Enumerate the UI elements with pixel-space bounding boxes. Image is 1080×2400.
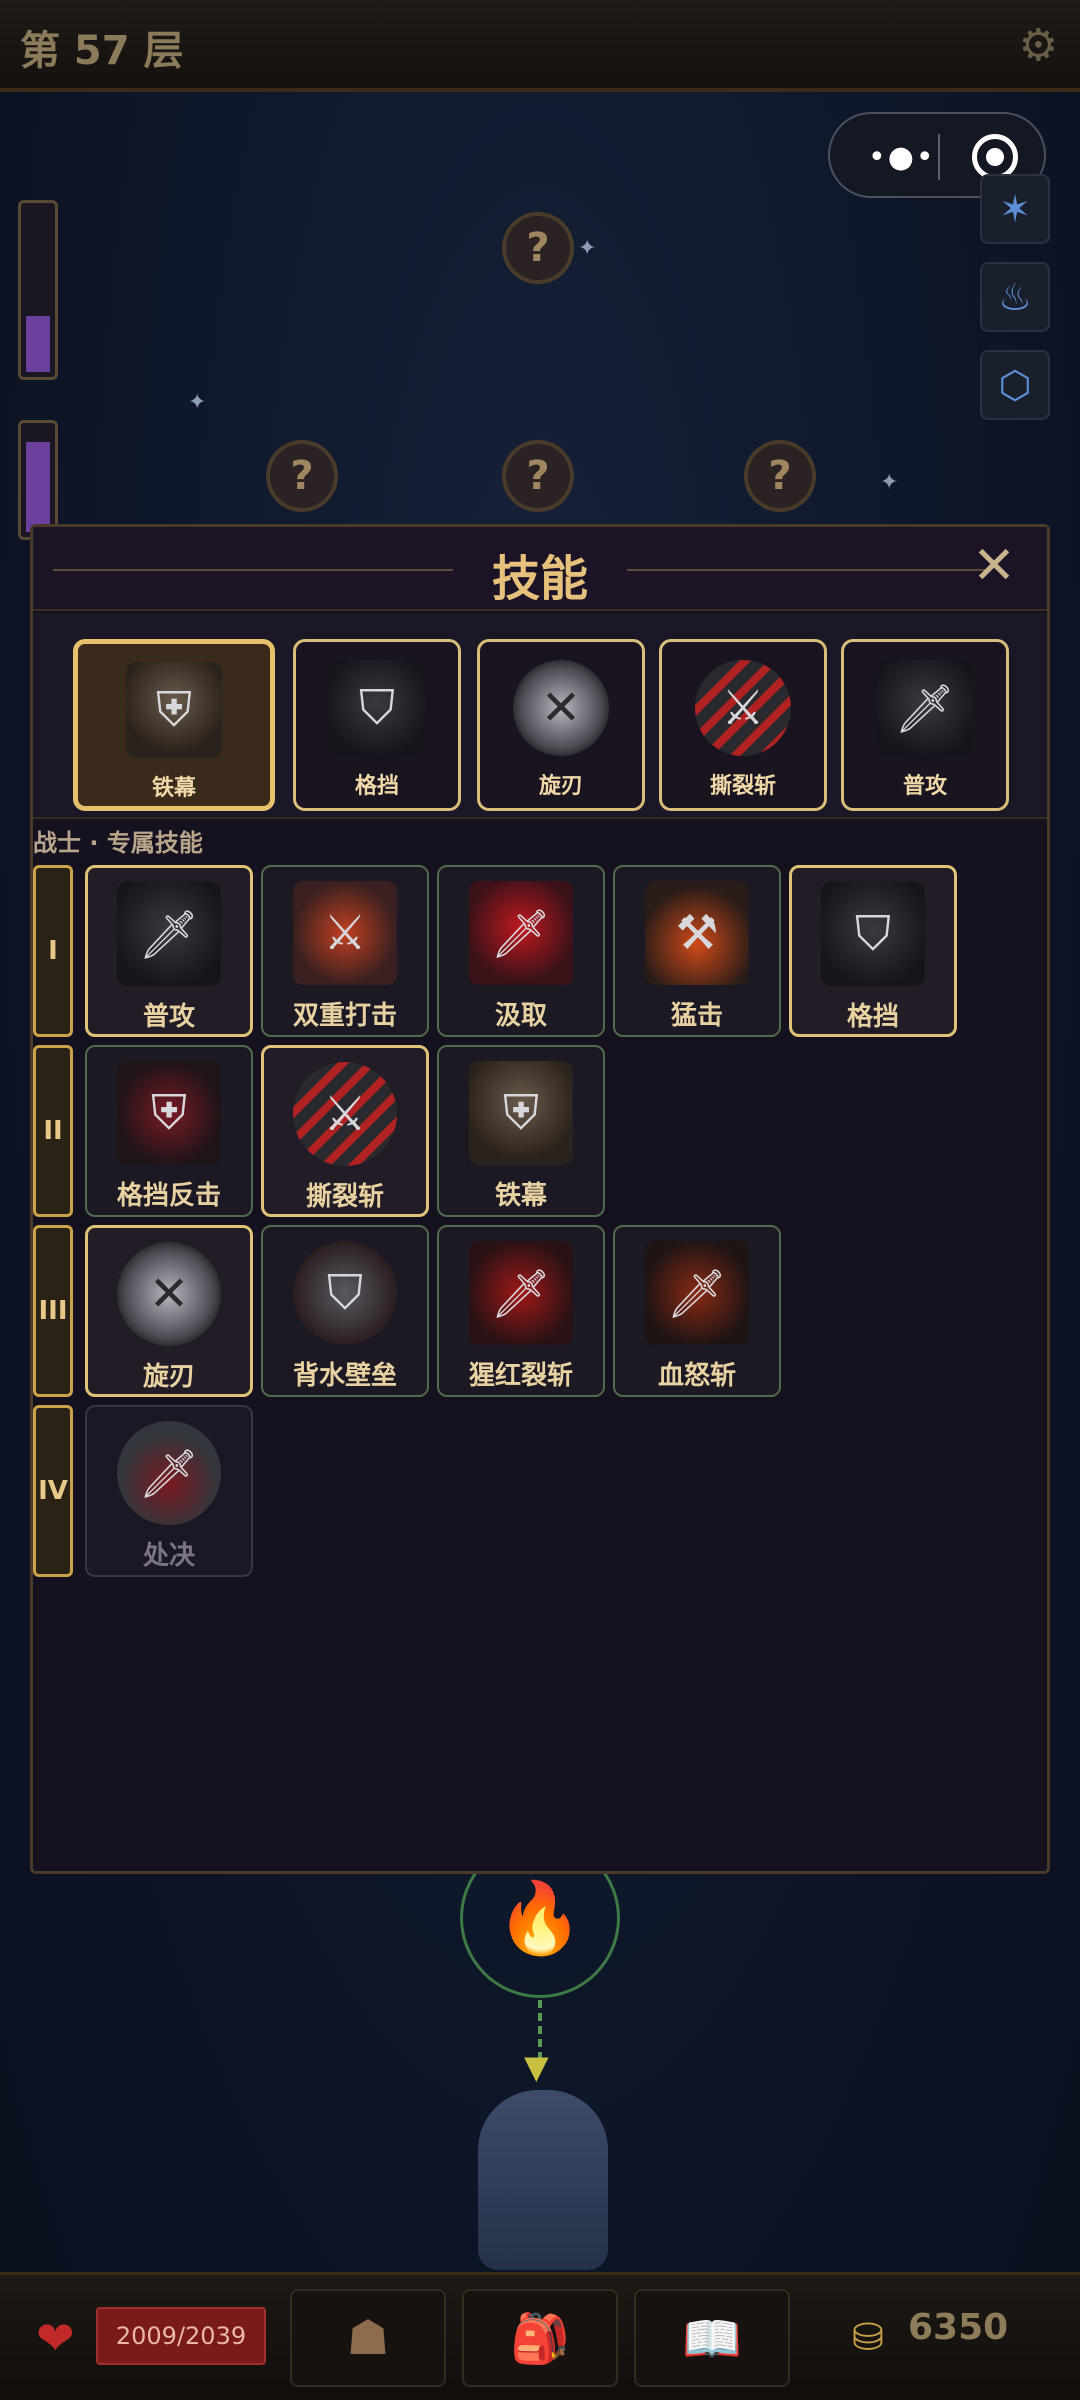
block-icon: ⛉ [329,660,425,756]
capsule-divider [938,134,940,180]
equipped-slot-4[interactable]: ⚔ 撕裂斩 [659,639,827,811]
skill-card[interactable]: ⚔ 双重打击 [261,865,429,1037]
equipped-slot-2[interactable]: ⛉ 格挡 [293,639,461,811]
equipped-slot-label: 旋刃 [538,774,583,799]
rending-slash-icon: ⚔ [293,1062,397,1166]
equipped-slot-5[interactable]: 🗡 普攻 [841,639,1009,811]
basic-attack-icon: 🗡 [877,660,973,756]
panel-title: 技能 [491,551,588,607]
last-stand-bastion-icon: ⛉ [293,1241,397,1345]
spin-blade-icon: ✕ [117,1242,221,1346]
skill-label: 背水壁垒 [292,1361,397,1391]
hooded-figure-icon: ☗ [346,2310,390,2366]
skill-label: 血怒斩 [657,1361,736,1391]
more-options-icon[interactable]: •●• [868,140,936,175]
coin-count: 6350 [908,2307,1009,2348]
hp-display: 2009/2039 [96,2307,266,2365]
dual-strike-icon: ⚔ [293,881,397,985]
bottom-bar: ❤ 2009/2039 ☗ 🎒 📖 ⛁ 6350 [0,2272,1080,2400]
map-node-unknown[interactable]: ? [744,440,816,512]
skill-label: 双重打击 [292,1001,397,1031]
backpack-icon: 🎒 [510,2310,570,2367]
skill-label: 普攻 [142,1002,195,1032]
drain-icon: 🗡 [469,881,573,985]
iron-curtain-icon: ⛨ [469,1061,573,1165]
tier-tab-2: II [33,1045,73,1217]
smash-hammer-icon: ⚒ [645,881,749,985]
close-icon: ✕ [972,536,1016,596]
skill-label: 格挡反击 [116,1181,221,1211]
star-icon: ✦ [880,470,899,495]
equipped-skills-bar: ⛨ 铁幕 ⛉ 格挡 ✕ 旋刃 ⚔ 撕裂斩 🗡 普攻 [33,613,1047,819]
spin-blade-icon: ✕ [513,660,609,756]
equipped-slot-label: 铁幕 [151,776,196,801]
codex-button[interactable]: 📖 [634,2289,790,2387]
panel-header: 技能 ✕ [33,527,1047,611]
block-icon: ⛉ [821,882,925,986]
crimson-rend-icon: 🗡 [469,1241,573,1345]
side-gauge-bottom [18,420,58,540]
execute-sword-icon: 🗡 [117,1421,221,1525]
skill-card[interactable]: 🗡 普攻 [85,865,253,1037]
skill-card[interactable]: ✕ 旋刃 [85,1225,253,1397]
equipped-slot-3[interactable]: ✕ 旋刃 [477,639,645,811]
side-gauge-fill [26,442,50,532]
section-label: 战士 · 专属技能 [33,829,203,857]
side-gauge-fill [26,316,50,372]
block-counter-icon: ⛨ [117,1061,221,1165]
skill-card[interactable]: ⛨ 格挡反击 [85,1045,253,1217]
top-bar: 第 57 层 ⚙ [0,0,1080,92]
skill-label: 铁幕 [494,1181,547,1211]
star-icon: ✦ [188,390,207,415]
skill-label: 格挡 [846,1002,899,1032]
skill-card[interactable]: ⛉ 背水壁垒 [261,1225,429,1397]
skill-card[interactable]: ⛨ 铁幕 [437,1045,605,1217]
skills-panel: 技能 ✕ ⛨ 铁幕 ⛉ 格挡 ✕ 旋刃 ⚔ 撕裂斩 🗡 普攻 战士 · 专属技能… [30,524,1050,1874]
tier-tab-3: III [33,1225,73,1397]
skill-label: 汲取 [494,1001,547,1031]
skill-card[interactable]: ⚒ 猛击 [613,865,781,1037]
character-button[interactable]: ☗ [290,2289,446,2387]
skill-card[interactable]: ⚔ 撕裂斩 [261,1045,429,1217]
skill-label: 猛击 [670,1001,723,1031]
skill-label: 处决 [142,1541,195,1571]
tier-tab-1: I [33,865,73,1037]
path-arrow-icon: ▼ [524,2048,549,2086]
equipped-slot-label: 撕裂斩 [709,774,776,799]
skill-card[interactable]: 🗡 汲取 [437,865,605,1037]
blue-flame-icon[interactable]: ♨ [980,262,1050,332]
equipped-slot-label: 格挡 [354,774,399,799]
skill-card[interactable]: 🗡 血怒斩 [613,1225,781,1397]
campfire-icon: 🔥 [496,1876,584,1959]
backpack-button[interactable]: 🎒 [462,2289,618,2387]
floor-label: 第 57 层 [20,28,184,74]
side-gauge-top [18,200,58,380]
hero-character [478,2090,608,2270]
tier-tab-4: IV [33,1405,73,1577]
map-node-unknown[interactable]: ? [502,440,574,512]
rending-slash-icon: ⚔ [695,660,791,756]
settings-gear-icon[interactable]: ⚙ [1019,20,1058,71]
skill-label: 旋刃 [142,1362,195,1392]
dice-icon[interactable]: ⬡ [980,350,1050,420]
coins-icon: ⛁ [852,2315,884,2359]
skill-card[interactable]: ⛉ 格挡 [789,865,957,1037]
heart-icon: ❤ [36,2311,75,2365]
skill-card[interactable]: 🗡 猩红裂斩 [437,1225,605,1397]
map-node-unknown[interactable]: ? [502,212,574,284]
basic-attack-icon: 🗡 [117,882,221,986]
skill-card[interactable]: 🗡 处决 [85,1405,253,1577]
equipped-slot-label: 普攻 [902,774,947,799]
skill-label: 猩红裂斩 [468,1361,573,1391]
relic-claw-icon[interactable]: ✶ [980,174,1050,244]
iron-curtain-icon: ⛨ [126,662,222,758]
map-node-unknown[interactable]: ? [266,440,338,512]
book-icon: 📖 [682,2310,742,2367]
skill-label: 撕裂斩 [305,1182,384,1212]
equipped-slot-1[interactable]: ⛨ 铁幕 [73,639,275,811]
star-icon: ✦ [578,236,597,261]
close-button[interactable]: ✕ [965,540,1023,593]
blood-rage-slash-icon: 🗡 [645,1241,749,1345]
